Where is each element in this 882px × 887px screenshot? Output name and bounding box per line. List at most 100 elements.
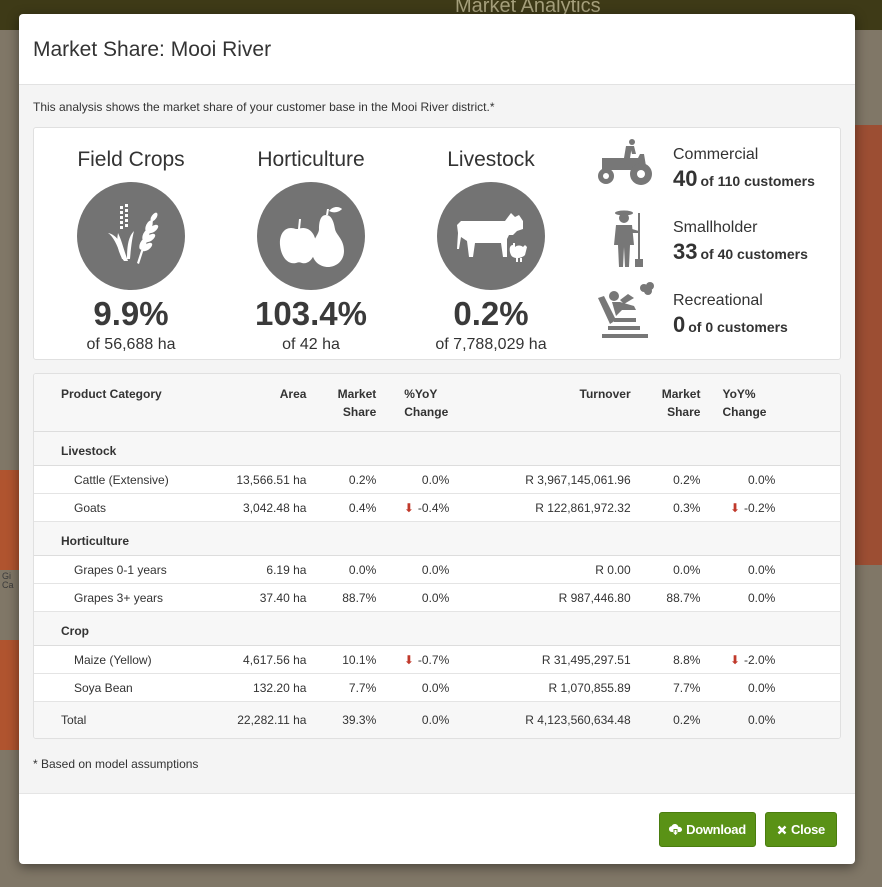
row-yoy-change: 0.0%	[384, 555, 458, 584]
row-name: Maize (Yellow)	[34, 645, 218, 674]
modal-header: Market Share: Mooi River	[19, 14, 855, 85]
category-share: 0.2%	[453, 295, 529, 332]
farmer-icon	[594, 209, 656, 269]
intro-text: This analysis shows the market share of …	[33, 100, 495, 114]
close-icon	[777, 825, 787, 834]
category-area: of 7,788,029 ha	[435, 336, 547, 353]
total-yoy-change: 0.0%	[384, 701, 458, 738]
close-label: Close	[791, 822, 825, 837]
download-button[interactable]: Download	[659, 812, 756, 847]
table-row: Soya Bean 132.20 ha 7.7% 0.0% R 1,070,855.89…	[34, 673, 840, 702]
table-group-row: Horticulture	[34, 521, 840, 556]
category-area: of 42 ha	[282, 336, 340, 353]
table-row: Grapes 3+ years 37.40 ha 88.7% 0.0% R 987,44…	[34, 583, 840, 612]
map-region	[854, 125, 882, 565]
row-turnover-yoy: ⬇ -0.2%	[708, 493, 784, 522]
table-row: Grapes 0-1 years 6.19 ha 0.0% 0.0% R 0.00 0.0…	[34, 555, 840, 584]
header-turnover-market-share: Market Share	[661, 387, 701, 419]
row-market-share: 7.7%	[314, 673, 385, 702]
total-market-share: 39.3%	[314, 701, 385, 738]
header-product-category: Product Category	[61, 387, 162, 401]
row-market-share: 0.2%	[314, 465, 385, 494]
category-title: Field Crops	[77, 148, 185, 171]
down-arrow-icon: ⬇	[403, 652, 414, 667]
cow-chicken-icon	[437, 182, 545, 290]
row-turnover: R 1,070,855.89	[457, 673, 639, 702]
row-name: Cattle (Extensive)	[34, 465, 218, 494]
total-turnover: R 4,123,560,634.48	[457, 701, 639, 738]
group-name: Livestock	[34, 431, 840, 466]
header-area: Area	[279, 387, 307, 401]
customer-total: of 0 customers	[688, 319, 788, 335]
category-share: 103.4%	[255, 295, 367, 332]
close-button[interactable]: Close	[765, 812, 837, 847]
row-area: 6.19 ha	[217, 555, 315, 584]
customer-commercial: Commercial 40 of 110 customers	[594, 136, 834, 196]
table-total-row: Total 22,282.11 ha 39.3% 0.0% R 4,123,560,63…	[34, 701, 840, 738]
modal-title: Market Share: Mooi River	[33, 38, 272, 61]
group-name: Crop	[34, 611, 840, 646]
customer-count: 33	[673, 239, 698, 264]
row-turnover-yoy: 0.0%	[708, 673, 784, 702]
table-group-row: Crop	[34, 611, 840, 646]
header-turnover-yoy-change: YoY% Change	[722, 387, 767, 419]
table-row: Cattle (Extensive) 13,566.51 ha 0.2% 0.0% R …	[34, 465, 840, 494]
down-arrow-icon: ⬇	[729, 652, 740, 667]
total-turnover-share: 0.2%	[638, 701, 709, 738]
relaxing-person-icon	[594, 282, 656, 342]
row-yoy-change: ⬇ -0.7%	[384, 645, 458, 674]
modal-body: This analysis shows the market share of …	[19, 85, 855, 794]
row-turnover-yoy: 0.0%	[708, 555, 784, 584]
wheat-corn-icon	[77, 182, 185, 290]
row-yoy-change: ⬇ -0.4%	[384, 493, 458, 522]
down-arrow-icon: ⬇	[729, 500, 740, 515]
row-turnover-yoy: ⬇ -2.0%	[708, 645, 784, 674]
customer-total: of 40 customers	[700, 246, 808, 262]
customer-count: 0	[673, 312, 686, 337]
row-turnover-share: 0.3%	[638, 493, 709, 522]
apple-pear-icon	[257, 182, 365, 290]
category-area: of 56,688 ha	[86, 336, 176, 353]
table-row: Goats 3,042.48 ha 0.4% ⬇ -0.4% R 122,861,972.…	[34, 493, 840, 522]
market-share-modal: Market Share: Mooi River This analysis s…	[19, 14, 855, 864]
row-area: 3,042.48 ha	[217, 493, 315, 522]
row-turnover-share: 8.8%	[638, 645, 709, 674]
customer-label: Recreational	[673, 292, 763, 309]
category-share: 9.9%	[93, 295, 169, 332]
table-header-row: Product Category Area Market Share %YoY Ch…	[34, 374, 840, 432]
customer-total: of 110 customers	[700, 173, 815, 189]
category-field-crops: Field Crops 9.9% of 56,688 ha	[41, 128, 221, 354]
row-market-share: 10.1%	[314, 645, 385, 674]
row-area: 13,566.51 ha	[217, 465, 315, 494]
customer-recreational: Recreational 0 of 0 customers	[594, 282, 834, 342]
row-turnover: R 0.00	[457, 555, 639, 584]
row-turnover: R 31,495,297.51	[457, 645, 639, 674]
total-label: Total	[34, 701, 218, 738]
category-title: Livestock	[447, 148, 535, 171]
market-share-table: Product Category Area Market Share %YoY Ch…	[33, 373, 841, 739]
row-turnover-share: 0.0%	[638, 555, 709, 584]
footnote: * Based on model assumptions	[33, 757, 199, 771]
row-yoy-change: 0.0%	[384, 583, 458, 612]
row-name: Soya Bean	[34, 673, 218, 702]
cloud-download-icon	[669, 824, 683, 835]
row-turnover-share: 0.2%	[638, 465, 709, 494]
row-turnover-yoy: 0.0%	[708, 583, 784, 612]
customer-label: Smallholder	[673, 219, 758, 236]
row-turnover: R 3,967,145,061.96	[457, 465, 639, 494]
group-name: Horticulture	[34, 521, 840, 556]
row-turnover: R 987,446.80	[457, 583, 639, 612]
down-arrow-icon: ⬇	[403, 500, 414, 515]
customer-label: Commercial	[673, 146, 759, 163]
table-group-row: Livestock	[34, 431, 840, 466]
total-area: 22,282.11 ha	[217, 701, 315, 738]
row-area: 37.40 ha	[217, 583, 315, 612]
category-livestock: Livestock 0.2% of 7,788,029 ha	[401, 128, 581, 354]
row-name: Grapes 3+ years	[34, 583, 218, 612]
header-yoy-change: %YoY Change	[404, 387, 449, 419]
map-label: Gi Ca	[2, 571, 14, 590]
category-title: Horticulture	[257, 148, 365, 171]
row-name: Goats	[34, 493, 218, 522]
customer-count: 40	[673, 166, 698, 191]
row-turnover-share: 88.7%	[638, 583, 709, 612]
